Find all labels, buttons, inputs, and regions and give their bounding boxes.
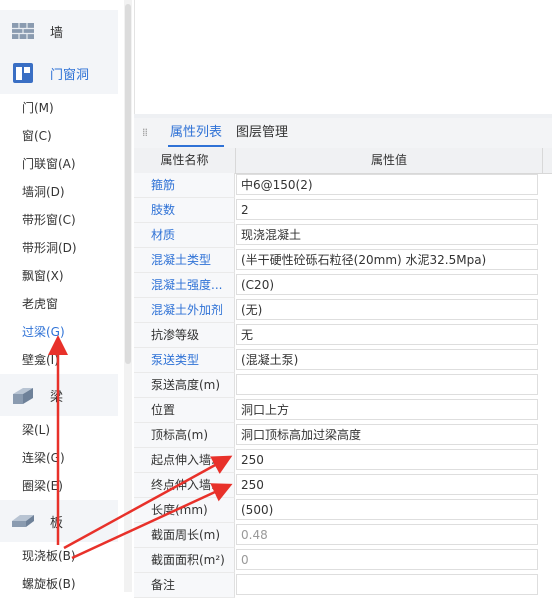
nav-item-lintel[interactable]: 过梁(G): [22, 322, 65, 342]
property-value-field[interactable]: 250: [236, 474, 538, 495]
property-name: 顶标高(m): [134, 423, 235, 448]
property-value-field[interactable]: 无: [236, 324, 538, 345]
property-row: 起点伸入墙... 250: [134, 448, 552, 473]
property-value-field[interactable]: (无): [236, 299, 538, 320]
nav-scrollbar[interactable]: [124, 0, 132, 592]
property-value-field[interactable]: 洞口上方: [236, 399, 538, 420]
nav-item-beam[interactable]: 梁(L): [22, 420, 50, 440]
property-value-field[interactable]: 现浇混凝土: [236, 224, 538, 245]
category-door-window[interactable]: 门窗洞: [0, 52, 118, 94]
drawing-canvas-area[interactable]: [134, 0, 552, 115]
column-header-name: 属性名称: [134, 148, 236, 173]
nav-item-bay-window[interactable]: 飘窗(X): [22, 266, 64, 286]
drag-handle-icon[interactable]: ⁞⁞: [142, 126, 150, 140]
property-name: 备注: [134, 573, 235, 598]
property-name: 终点伸入墙...: [134, 473, 235, 498]
property-name[interactable]: 箍筋: [134, 173, 235, 198]
property-name: 截面面积(m²): [134, 548, 235, 573]
property-row: 截面面积(m²) 0: [134, 548, 552, 573]
property-value-field: 0: [236, 549, 538, 570]
category-wall-label: 墙: [50, 25, 64, 41]
property-name: 抗渗等级: [134, 323, 235, 348]
category-door-window-label: 门窗洞: [50, 67, 90, 83]
property-row: 混凝土类型 (半干硬性砼砾石粒径(20mm) 水泥32.5Mpa): [134, 248, 552, 273]
nav-item-strip-window[interactable]: 带形窗(C): [22, 210, 76, 230]
property-name[interactable]: 混凝土类型: [134, 248, 235, 273]
nav-item-link-beam[interactable]: 连梁(G): [22, 448, 65, 468]
property-value-field[interactable]: 中6@150(2): [236, 174, 538, 195]
property-row: 箍筋 中6@150(2): [134, 173, 552, 198]
property-row: 泵送高度(m): [134, 373, 552, 398]
category-beam[interactable]: 梁: [0, 374, 118, 416]
property-grid: 属性名称 属性值 箍筋 中6@150(2) 肢数 2 材质 现浇混凝土 混凝土类型 (半干硬性…: [134, 148, 552, 598]
property-value-field[interactable]: 2: [236, 199, 538, 220]
property-name[interactable]: 混凝土强度...: [134, 273, 235, 298]
property-value-field[interactable]: 洞口顶标高加过梁高度: [236, 424, 538, 445]
nav-item-spiral-slab[interactable]: 螺旋板(B): [22, 574, 76, 594]
property-row: 抗渗等级无: [134, 323, 552, 348]
property-row: 备注: [134, 573, 552, 598]
nav-item-wall-opening[interactable]: 墙洞(D): [22, 182, 65, 202]
property-value-field[interactable]: (500): [236, 499, 538, 520]
nav-scrollbar-thumb[interactable]: [125, 4, 131, 364]
property-row: 材质 现浇混凝土: [134, 223, 552, 248]
property-name: 泵送高度(m): [134, 373, 235, 398]
nav-item-window[interactable]: 窗(C): [22, 126, 52, 146]
property-value-field[interactable]: (混凝土泵): [236, 349, 538, 370]
nav-item-dormer[interactable]: 老虎窗: [22, 294, 58, 314]
property-name: 位置: [134, 398, 235, 423]
property-name[interactable]: 泵送类型: [134, 348, 235, 373]
property-row: 终点伸入墙... 250: [134, 473, 552, 498]
property-name: 起点伸入墙...: [134, 448, 235, 473]
tab-property-list[interactable]: 属性列表: [168, 118, 225, 147]
door-window-icon: [10, 60, 36, 86]
category-wall[interactable]: 墙: [0, 10, 118, 52]
property-value-field[interactable]: 250: [236, 449, 538, 470]
nav-item-ring-beam[interactable]: 圈梁(E): [22, 476, 63, 496]
nav-item-strip-opening[interactable]: 带形洞(D): [22, 238, 77, 258]
nav-item-cast-slab[interactable]: 现浇板(B): [22, 546, 76, 566]
property-value-field[interactable]: (C20): [236, 274, 538, 295]
property-name: 长度(mm): [134, 498, 235, 523]
nav-item-door[interactable]: 门(M): [22, 98, 54, 118]
slab-icon: [10, 508, 36, 534]
category-beam-label: 梁: [50, 389, 64, 405]
wall-icon: [10, 18, 36, 44]
nav-item-door-window[interactable]: 门联窗(A): [22, 154, 76, 174]
property-grid-header: 属性名称 属性值: [134, 148, 552, 174]
nav-item-niche[interactable]: 壁龛(I): [22, 350, 59, 370]
property-name[interactable]: 肢数: [134, 198, 235, 223]
property-value-field[interactable]: [236, 374, 538, 395]
property-row: 长度(mm) (500): [134, 498, 552, 523]
property-value-field[interactable]: (半干硬性砼砾石粒径(20mm) 水泥32.5Mpa): [236, 249, 538, 270]
component-tree-panel: 墙 门窗洞 门(M) 窗(C) 门联窗(A) 墙洞(D) 带形窗(C) 带形洞(…: [0, 0, 124, 592]
properties-panel-header: ⁞⁞ 属性列表 图层管理: [134, 118, 552, 149]
category-slab[interactable]: 板: [0, 500, 118, 542]
property-row: 混凝土强度... (C20): [134, 273, 552, 298]
tab-layer-manager[interactable]: 图层管理: [236, 118, 288, 147]
property-row: 顶标高(m) 洞口顶标高加过梁高度: [134, 423, 552, 448]
property-name: 截面周长(m): [134, 523, 235, 548]
property-row: 位置 洞口上方: [134, 398, 552, 423]
property-row: 肢数 2: [134, 198, 552, 223]
column-header-value: 属性值: [236, 148, 543, 173]
property-row: 泵送类型 (混凝土泵): [134, 348, 552, 373]
column-header-extra: [543, 148, 552, 173]
property-row: 截面周长(m) 0.48: [134, 523, 552, 548]
category-slab-label: 板: [50, 515, 64, 531]
property-name[interactable]: 混凝土外加剂: [134, 298, 235, 323]
property-value-field: 0.48: [236, 524, 538, 545]
beam-icon: [10, 382, 36, 408]
property-row: 混凝土外加剂 (无): [134, 298, 552, 323]
property-name[interactable]: 材质: [134, 223, 235, 248]
